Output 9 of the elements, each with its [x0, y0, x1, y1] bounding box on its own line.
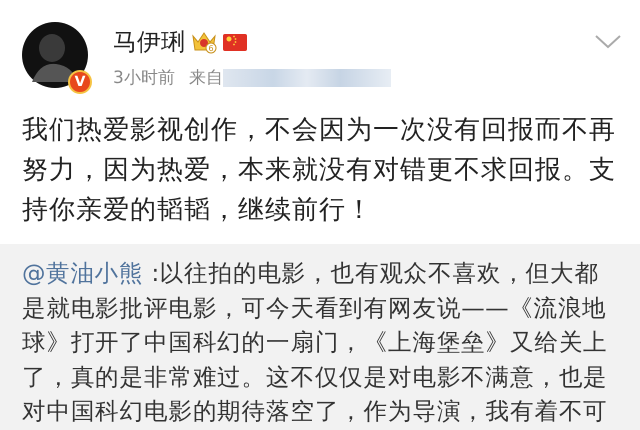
mention-link[interactable]: @黄油小熊 — [22, 259, 144, 287]
post-time: 3小时前 — [113, 67, 175, 89]
quoted-post-text: @黄油小熊 :以往拍的电影，也有观众不喜欢，但大都是就电影批评电影，可今天看到有网友说——《流浪地球》打开了中国科幻的一扇门，《上海堡垒》又给关上了，真的是非常难过。这不仅仅是对电影不满意，也是对中国科幻电影的期待落空了，作为导演，我有着不可 — [22, 258, 609, 427]
verified-badge: V — [68, 70, 92, 94]
avatar[interactable] — [22, 22, 88, 88]
source-label: 来自 — [188, 67, 223, 89]
post-text: 我们热爱影视创作，不会因为一次没有回报而不再努力，因为热爱，本来就没有对错更不求回报。支持你亲爱的韬韬，继续前行！ — [22, 114, 617, 227]
author-name[interactable]: 马伊琍 — [113, 26, 185, 58]
flag-icon — [223, 32, 247, 52]
